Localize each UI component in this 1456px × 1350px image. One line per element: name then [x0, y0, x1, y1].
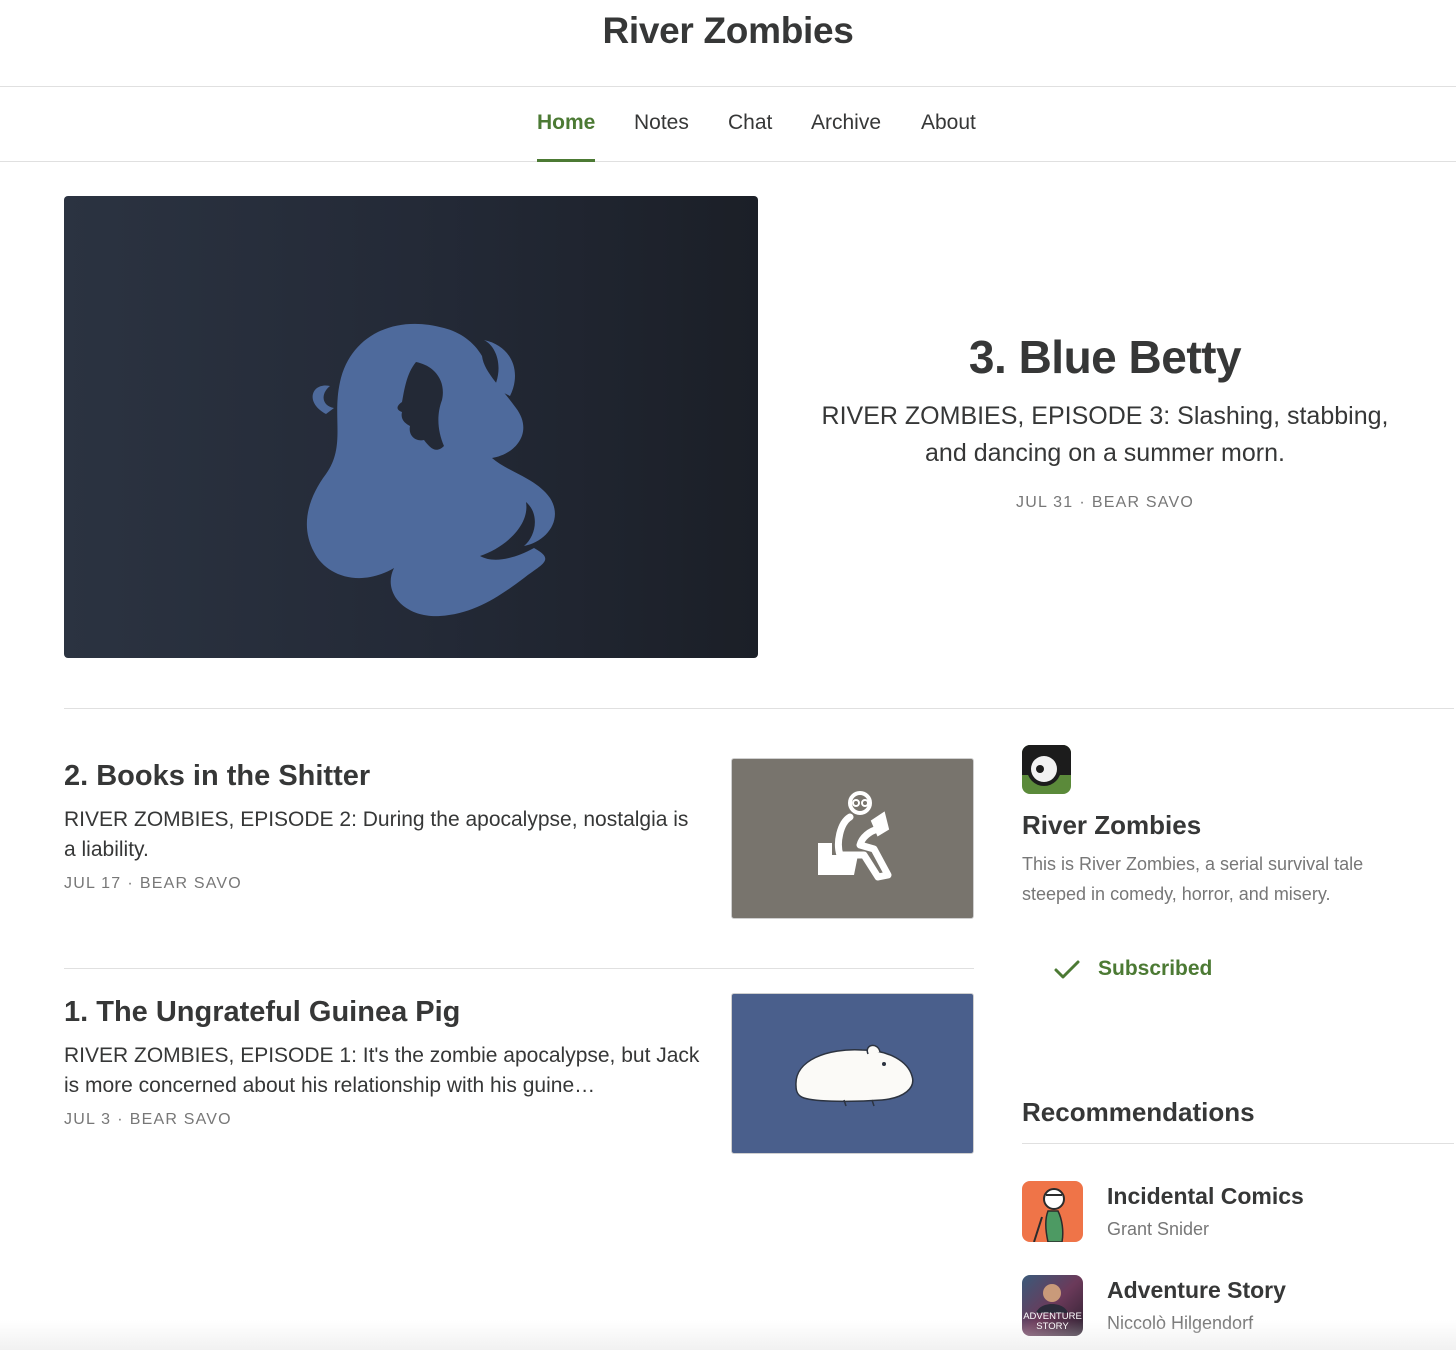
tab-notes[interactable]: Notes	[634, 111, 689, 162]
post-author[interactable]: BEAR SAVO	[140, 875, 242, 892]
hero-post-title[interactable]: 3. Blue Betty	[969, 330, 1242, 384]
meta-separator: ·	[117, 1111, 124, 1128]
tab-about[interactable]: About	[921, 111, 976, 162]
recommendation-item[interactable]: Incidental Comics Grant Snider	[1022, 1181, 1454, 1243]
tab-home[interactable]: Home	[537, 111, 596, 162]
post-author[interactable]: BEAR SAVO	[130, 1111, 232, 1128]
guinea-pig-icon	[795, 1044, 914, 1107]
hero-post-meta: JUL 31 · BEAR SAVO	[790, 494, 1420, 512]
subscribed-button[interactable]: Subscribed	[1052, 957, 1212, 989]
post-author[interactable]: BEAR SAVO	[1092, 494, 1194, 511]
section-divider	[64, 708, 1454, 709]
publication-logo[interactable]	[1022, 745, 1071, 794]
masthead: River Zombies	[0, 0, 1456, 87]
checkmark-icon	[1054, 960, 1080, 979]
recommendation-item[interactable]: ADVENTURE STORY Adventure Story Niccolò …	[1022, 1275, 1454, 1337]
post-date: JUL 31	[1016, 494, 1074, 511]
eyeball-logo-icon	[1022, 745, 1071, 794]
adventure-cover-icon: ADVENTURE STORY	[1022, 1275, 1083, 1336]
post-divider	[64, 968, 974, 969]
comic-character-icon	[1022, 1181, 1083, 1242]
hero-post-image[interactable]	[64, 196, 758, 658]
adventure-logo-text: STORY	[1036, 1321, 1069, 1332]
post-item: 2. Books in the Shitter RIVER ZOMBIES, E…	[64, 758, 974, 919]
tab-chat[interactable]: Chat	[728, 111, 772, 162]
site-title[interactable]: River Zombies	[0, 10, 1456, 52]
recommendation-name: Incidental Comics	[1107, 1183, 1304, 1209]
meta-separator: ·	[127, 875, 134, 892]
publication-description: This is River Zombies, a serial survival…	[1022, 854, 1364, 904]
reading-on-toilet-icon	[818, 791, 892, 881]
recommendation-name: Adventure Story	[1107, 1277, 1286, 1303]
subscribed-label: Subscribed	[1098, 957, 1213, 980]
recommendation-logo: ADVENTURE STORY	[1022, 1275, 1083, 1336]
recommendation-author: Niccolò Hilgendorf	[1107, 1313, 1254, 1333]
post-date: JUL 3	[64, 1111, 112, 1128]
nav-bar: Home Notes Chat Archive About	[0, 87, 1456, 162]
publication-sidebar: River Zombies This is River Zombies, a s…	[1022, 745, 1454, 1336]
woman-silhouette-icon	[306, 323, 555, 617]
recommendation-author: Grant Snider	[1107, 1219, 1210, 1239]
post-subtitle: RIVER ZOMBIES, EPISODE 1: It's the zombi…	[64, 1044, 700, 1097]
publication-name[interactable]: River Zombies	[1022, 810, 1454, 841]
post-item: 1. The Ungrateful Guinea Pig RIVER ZOMBI…	[64, 993, 974, 1154]
tab-archive[interactable]: Archive	[811, 111, 881, 162]
meta-separator: ·	[1079, 494, 1086, 511]
hero-post-subtitle: RIVER ZOMBIES, EPISODE 3: Slashing, stab…	[821, 402, 1389, 467]
recommendations-heading: Recommendations	[1022, 1097, 1255, 1127]
hero-post-text: 3. Blue Betty RIVER ZOMBIES, EPISODE 3: …	[790, 330, 1420, 512]
post-thumbnail[interactable]	[731, 758, 974, 919]
recommendations-divider	[1022, 1143, 1454, 1144]
post-thumbnail[interactable]	[731, 993, 974, 1154]
recommendation-logo	[1022, 1181, 1083, 1242]
post-subtitle: RIVER ZOMBIES, EPISODE 2: During the apo…	[64, 808, 689, 861]
post-date: JUL 17	[64, 875, 122, 892]
